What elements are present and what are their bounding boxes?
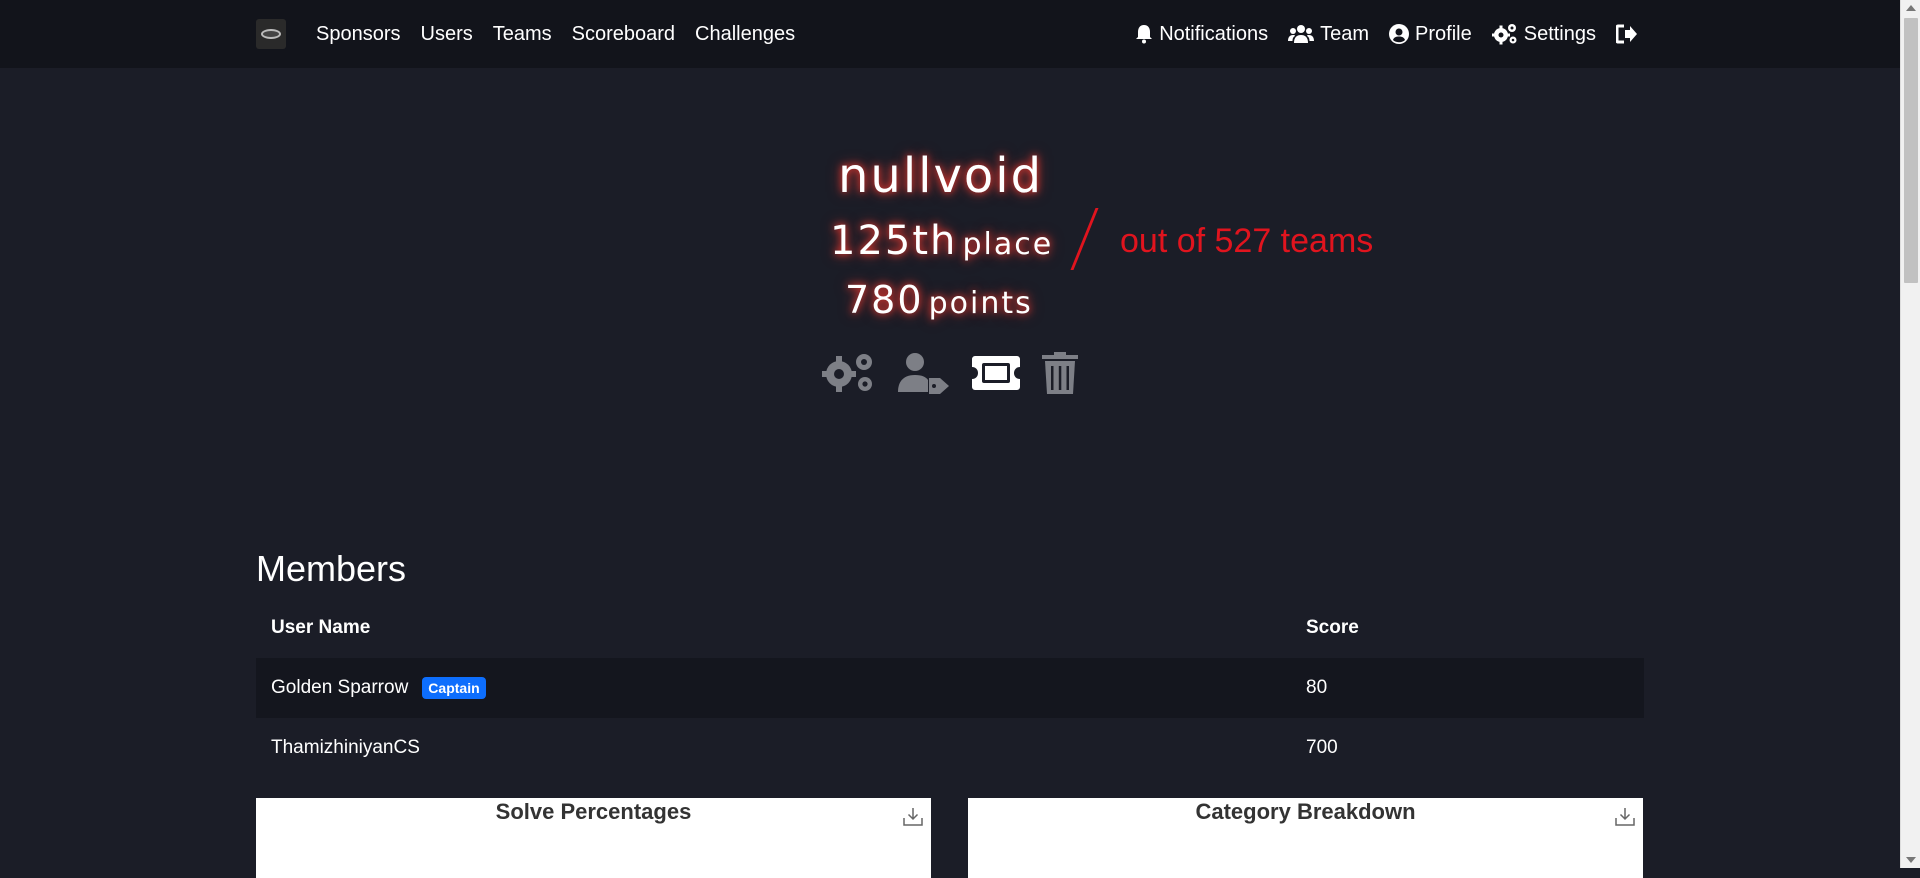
member-score: 700	[1306, 737, 1338, 758]
cogs-icon	[1491, 24, 1517, 45]
members-table: User Name Score Golden Sparrow Captain 8…	[256, 598, 1644, 778]
download-icon	[1615, 808, 1635, 826]
nav-challenges[interactable]: Challenges	[695, 23, 795, 46]
points-number: 780	[845, 278, 924, 322]
team-actions	[822, 352, 1100, 394]
category-breakdown-title: Category Breakdown	[1195, 799, 1416, 824]
member-name-cell: Golden Sparrow Captain	[256, 677, 1306, 699]
place-number: 125th	[830, 218, 958, 264]
team-delete-button[interactable]	[1042, 352, 1078, 394]
nav-right: Notifications Team Profile Settings	[1115, 23, 1644, 46]
scroll-up-arrow[interactable]	[1906, 5, 1916, 11]
nav-team-label: Team	[1320, 22, 1370, 45]
captain-badge: Captain	[422, 677, 486, 699]
nav-settings-label: Settings	[1523, 22, 1596, 45]
logo-icon	[261, 29, 281, 39]
team-settings-button[interactable]	[822, 352, 876, 394]
team-place: 125th place	[830, 218, 1053, 264]
solve-percentages-card: Solve Percentages	[256, 798, 931, 878]
scroll-down-arrow[interactable]	[1906, 857, 1916, 863]
member-name-cell: ThamizhiniyanCS	[256, 737, 1306, 759]
users-icon	[1288, 25, 1315, 43]
col-header-user: User Name	[271, 617, 371, 638]
nav-profile[interactable]: Profile	[1389, 23, 1472, 46]
category-breakdown-card: Category Breakdown	[968, 798, 1643, 878]
page-scrollbar[interactable]	[1900, 0, 1920, 868]
category-download-button[interactable]	[1615, 806, 1635, 831]
navbar-inner: Sponsors Users Teams Scoreboard Challeng…	[256, 0, 1644, 68]
nav-profile-label: Profile	[1415, 22, 1472, 45]
nav-notifications-label: Notifications	[1159, 22, 1269, 45]
place-divider	[1070, 208, 1099, 270]
bell-icon	[1136, 25, 1153, 44]
col-header-score: Score	[1306, 617, 1359, 638]
nav-notifications[interactable]: Notifications	[1135, 23, 1268, 46]
team-name: nullvoid	[838, 148, 1044, 204]
trash-icon	[1042, 352, 1078, 394]
navbar: Sponsors Users Teams Scoreboard Challeng…	[0, 0, 1900, 68]
download-icon	[903, 808, 923, 826]
user-tag-icon	[898, 353, 949, 394]
nav-left: Sponsors Users Teams Scoreboard Challeng…	[256, 19, 815, 49]
team-count: out of 527 teams	[1120, 222, 1374, 260]
members-heading: Members	[256, 548, 407, 589]
nav-sponsors[interactable]: Sponsors	[316, 23, 401, 46]
user-circle-icon	[1389, 24, 1410, 44]
member-name-link[interactable]: ThamizhiniyanCS	[271, 737, 420, 759]
sign-out-icon	[1616, 24, 1637, 44]
points-label: points	[928, 286, 1033, 321]
ticket-icon	[972, 356, 1020, 390]
solve-percentages-title: Solve Percentages	[495, 799, 692, 824]
nav-settings[interactable]: Settings	[1491, 22, 1596, 46]
cogs-icon	[822, 354, 872, 392]
member-name-link[interactable]: Golden Sparrow	[271, 677, 408, 699]
nav-teams[interactable]: Teams	[493, 23, 552, 46]
place-label: place	[962, 227, 1054, 262]
member-score: 80	[1306, 677, 1328, 698]
solve-download-button[interactable]	[903, 806, 923, 831]
nav-scoreboard[interactable]: Scoreboard	[572, 23, 675, 46]
team-captain-button[interactable]	[898, 352, 950, 394]
scroll-thumb[interactable]	[1904, 18, 1918, 283]
team-invite-button[interactable]	[972, 356, 1020, 390]
table-header: User Name Score	[256, 598, 1644, 658]
team-points: 780 points	[845, 278, 1033, 322]
nav-users[interactable]: Users	[421, 23, 473, 46]
table-row: ThamizhiniyanCS 700	[256, 718, 1644, 778]
table-row: Golden Sparrow Captain 80	[256, 658, 1644, 718]
brand-logo[interactable]	[256, 19, 286, 49]
nav-logout[interactable]	[1616, 24, 1644, 44]
nav-team[interactable]: Team	[1288, 23, 1369, 46]
